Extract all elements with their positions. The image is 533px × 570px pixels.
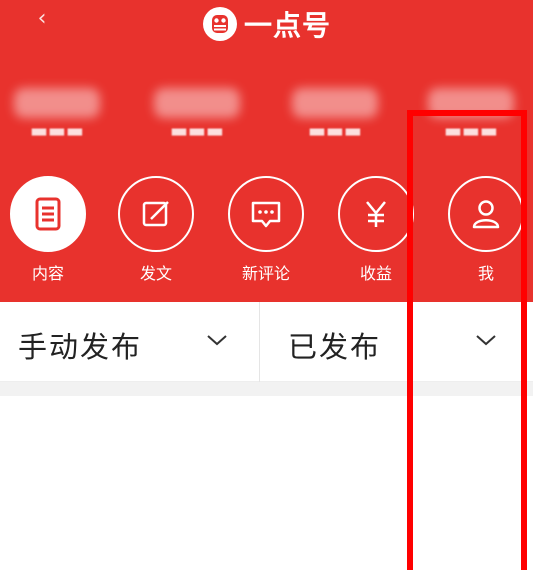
stat-label-blurred: ▬▬▬ xyxy=(170,120,224,142)
main-nav: 内容 发文 新评论 收益 我 xyxy=(0,172,533,292)
publish-mode-dropdown[interactable]: 手动发布 xyxy=(0,302,259,382)
nav-item-label: 发文 xyxy=(139,264,172,283)
section-gap xyxy=(0,382,533,396)
edit-icon xyxy=(142,201,169,227)
nav-circle xyxy=(338,176,414,252)
nav-item-earnings[interactable]: 收益 xyxy=(328,172,428,283)
app-title: 一点号 xyxy=(244,9,332,42)
nav-item-post[interactable]: 发文 xyxy=(108,172,208,283)
user-icon xyxy=(472,200,500,229)
stat-value-blurred xyxy=(154,88,240,118)
nav-item-label: 我 xyxy=(477,264,494,283)
content-list xyxy=(0,396,533,570)
nav-item-me[interactable]: 我 xyxy=(438,172,533,283)
status-label: 已发布 xyxy=(288,330,382,364)
yen-icon xyxy=(366,201,386,227)
nav-item-label: 收益 xyxy=(359,264,392,283)
stat-content-count: ▬▬▬ xyxy=(416,82,526,152)
nav-circle xyxy=(118,176,194,252)
chevron-down-icon xyxy=(207,335,227,346)
stat-recommended: ▬▬▬ xyxy=(2,82,112,152)
logo-icon xyxy=(203,7,237,41)
stat-label-blurred: ▬▬▬ xyxy=(308,120,362,142)
header: ‹ 一点号 ▬▬▬ ▬▬▬ ▬▬▬ ▬▬▬ 内容 发文 新评论 收益 我 xyxy=(0,0,533,302)
stat-value-blurred xyxy=(292,88,378,118)
stat-value-blurred xyxy=(14,88,100,118)
nav-item-comments[interactable]: 新评论 xyxy=(218,172,318,283)
document-icon xyxy=(35,197,61,231)
nav-item-label: 内容 xyxy=(31,264,64,283)
nav-circle xyxy=(448,176,524,252)
filter-bar: 手动发布 已发布 xyxy=(0,302,533,382)
nav-item-label: 新评论 xyxy=(241,264,290,283)
chevron-down-icon xyxy=(476,335,496,346)
nav-circle xyxy=(228,176,304,252)
stat-label-blurred: ▬▬▬ xyxy=(444,120,498,142)
app-logo: 一点号 xyxy=(202,4,331,44)
nav-circle xyxy=(10,176,86,252)
stat-value-blurred xyxy=(428,88,514,118)
comment-icon xyxy=(251,201,281,228)
nav-item-content[interactable]: 内容 xyxy=(0,172,100,283)
stat-reads: ▬▬▬ xyxy=(142,82,252,152)
status-dropdown[interactable]: 已发布 xyxy=(260,302,533,382)
back-button[interactable]: ‹ xyxy=(30,4,54,34)
stat-label-blurred: ▬▬▬ xyxy=(30,120,84,142)
chevron-left-icon: ‹ xyxy=(37,6,47,31)
stats-row: ▬▬▬ ▬▬▬ ▬▬▬ ▬▬▬ xyxy=(0,82,533,152)
stat-subscriptions: ▬▬▬ xyxy=(280,82,390,152)
publish-mode-label: 手动发布 xyxy=(18,330,143,364)
